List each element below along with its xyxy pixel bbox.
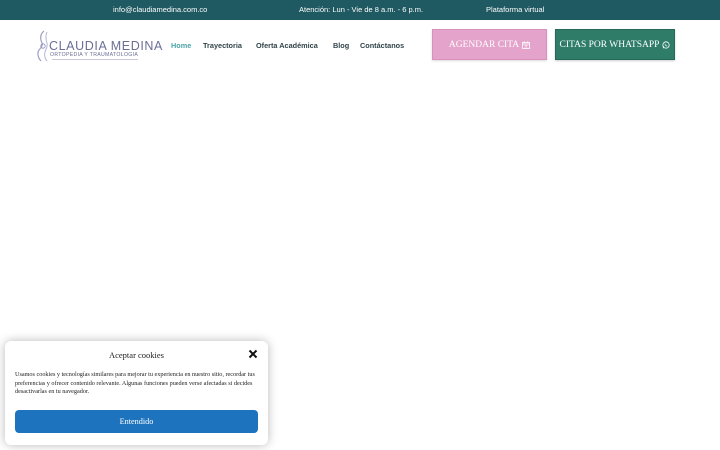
top-info-bar: info@claudiamedina.com.co Atención: Lun …	[0, 0, 720, 20]
logo-subtitle: ORTOPEDIA Y TRAUMATOLOGIA	[50, 52, 139, 58]
nav-item-oferta-academica[interactable]: Oferta Académica	[256, 41, 318, 50]
schedule-appointment-label: AGENDAR CITA	[448, 39, 520, 50]
cookie-consent-dialog: Aceptar cookies Usamos cookies y tecnolo…	[5, 341, 268, 445]
cookie-dialog-text: Usamos cookies y tecnologías similares p…	[15, 371, 255, 396]
cookie-dialog-title: Aceptar cookies	[109, 350, 164, 360]
close-icon[interactable]	[248, 349, 258, 359]
whatsapp-appointment-label: CITAS POR WHATSAPP	[559, 39, 660, 50]
virtual-platform-link[interactable]: Plataforma virtual	[486, 5, 544, 14]
office-hours-text: Atención: Lun - Vie de 8 a.m. - 6 p.m.	[299, 5, 424, 14]
accept-cookies-button[interactable]: Entendido	[15, 410, 258, 433]
contact-email-link[interactable]: info@claudiamedina.com.co	[113, 5, 207, 14]
whatsapp-appointment-button[interactable]: CITAS POR WHATSAPP	[555, 29, 675, 60]
logo-divider	[52, 59, 138, 60]
logo-name: CLAUDIA MEDINA	[49, 39, 163, 53]
nav-item-home[interactable]: Home	[171, 41, 191, 50]
nav-item-blog[interactable]: Blog	[333, 41, 349, 50]
nav-item-contactanos[interactable]: Contáctanos	[360, 41, 404, 50]
schedule-appointment-button[interactable]: AGENDAR CITA	[432, 29, 547, 60]
site-logo[interactable]: CLAUDIA MEDINA ORTOPEDIA Y TRAUMATOLOGIA	[34, 30, 162, 62]
calendar-icon	[522, 40, 531, 49]
nav-item-trayectoria[interactable]: Trayectoria	[203, 41, 242, 50]
whatsapp-icon	[662, 40, 671, 49]
